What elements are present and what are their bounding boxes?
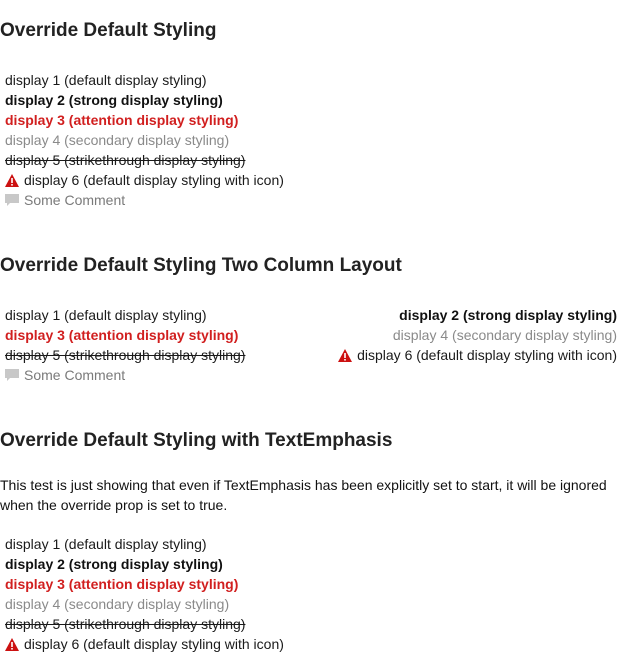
display-2-text: display 2 (strong display styling) xyxy=(5,556,223,572)
section-title-text-emphasis: Override Default Styling with TextEmphas… xyxy=(0,430,393,451)
display-6-row: display 6 (default display styling with … xyxy=(5,634,284,654)
display-4-text: display 4 (secondary display styling) xyxy=(5,596,230,612)
display-1-text: display 1 (default display styling) xyxy=(5,536,207,552)
display-5-text: display 5 (strikethrough display styling… xyxy=(5,347,246,363)
display-3-text: display 3 (attention display styling) xyxy=(5,112,239,128)
display-3-text: display 3 (attention display styling) xyxy=(5,576,239,592)
display-6-text: display 6 (default display styling with … xyxy=(24,172,284,188)
section-title-two-column: Override Default Styling Two Column Layo… xyxy=(0,255,402,276)
display-6-row: display 6 (default display styling with … xyxy=(338,345,617,365)
display-5-text: display 5 (strikethrough display styling… xyxy=(5,616,246,632)
display-2-text: display 2 (strong display styling) xyxy=(5,92,223,108)
comment-icon xyxy=(5,369,19,381)
comment-text: Some Comment xyxy=(24,192,126,208)
comment-icon xyxy=(5,194,19,206)
display-4-text: display 4 (secondary display styling) xyxy=(5,132,230,148)
display-6-text: display 6 (default display styling with … xyxy=(24,636,284,652)
display-6-text: display 6 (default display styling with … xyxy=(357,347,617,363)
section-title-override-default: Override Default Styling xyxy=(0,20,217,41)
display-1-text: display 1 (default display styling) xyxy=(5,72,207,88)
comment-text: Some Comment xyxy=(24,367,126,383)
display-5-text: display 5 (strikethrough display styling… xyxy=(5,152,246,168)
display-1-text: display 1 (default display styling) xyxy=(5,307,207,323)
section-description: This test is just showing that even if T… xyxy=(0,477,607,513)
comment-row: Some Comment xyxy=(5,365,125,385)
display-2-text: display 2 (strong display styling) xyxy=(399,307,617,323)
warning-icon xyxy=(5,174,19,187)
display-3-text: display 3 (attention display styling) xyxy=(5,327,239,343)
warning-icon xyxy=(338,349,353,362)
display-4-text: display 4 (secondary display styling) xyxy=(392,327,617,343)
warning-icon xyxy=(5,638,19,651)
comment-row: Some Comment xyxy=(5,190,125,210)
display-6-row: display 6 (default display styling with … xyxy=(5,170,284,190)
